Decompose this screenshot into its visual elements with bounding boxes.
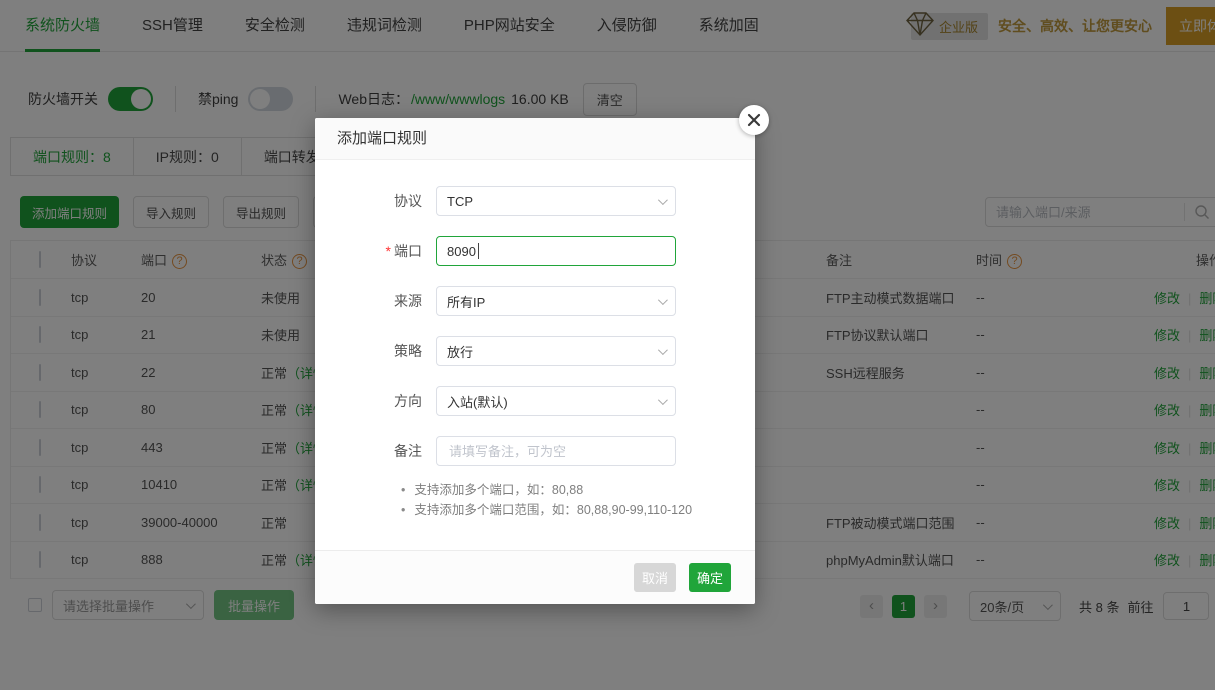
modal-body: 协议 TCP *端口 8090 来源 所有IP 策略 放行 [315, 160, 755, 535]
modal-footer: 取消 确定 [315, 550, 755, 604]
close-button[interactable] [739, 105, 769, 135]
hint-multiple-ports: 支持添加多个端口，如：80,88 [401, 480, 755, 500]
protocol-select[interactable]: TCP [436, 186, 676, 216]
direction-value: 入站(默认) [447, 392, 508, 411]
chevron-down-icon [658, 395, 668, 405]
port-value: 8090 [447, 244, 476, 259]
close-icon [747, 113, 761, 127]
chevron-down-icon [658, 195, 668, 205]
port-label: *端口 [315, 241, 436, 261]
chevron-down-icon [658, 295, 668, 305]
chevron-down-icon [658, 345, 668, 355]
port-hints: 支持添加多个端口，如：80,88 支持添加多个端口范围，如：80,88,90-9… [401, 480, 755, 520]
port-input[interactable]: 8090 [436, 236, 676, 266]
direction-select[interactable]: 入站(默认) [436, 386, 676, 416]
cancel-button[interactable]: 取消 [634, 563, 676, 592]
modal-title: 添加端口规则 [315, 118, 755, 160]
strategy-select[interactable]: 放行 [436, 336, 676, 366]
text-cursor [478, 243, 479, 259]
source-label: 来源 [315, 291, 436, 311]
remark-field [436, 436, 676, 466]
add-port-rule-modal: 添加端口规则 协议 TCP *端口 8090 来源 所有IP 策略 [315, 118, 755, 604]
confirm-button[interactable]: 确定 [689, 563, 731, 592]
remark-input[interactable] [447, 443, 665, 460]
protocol-label: 协议 [315, 191, 436, 211]
strategy-value: 放行 [447, 342, 473, 361]
source-select[interactable]: 所有IP [436, 286, 676, 316]
protocol-value: TCP [447, 194, 473, 209]
direction-label: 方向 [315, 391, 436, 411]
source-value: 所有IP [447, 292, 485, 311]
remark-label: 备注 [315, 441, 436, 461]
hint-port-ranges: 支持添加多个端口范围，如：80,88,90-99,110-120 [401, 500, 755, 520]
strategy-label: 策略 [315, 341, 436, 361]
required-asterisk: * [386, 243, 391, 259]
